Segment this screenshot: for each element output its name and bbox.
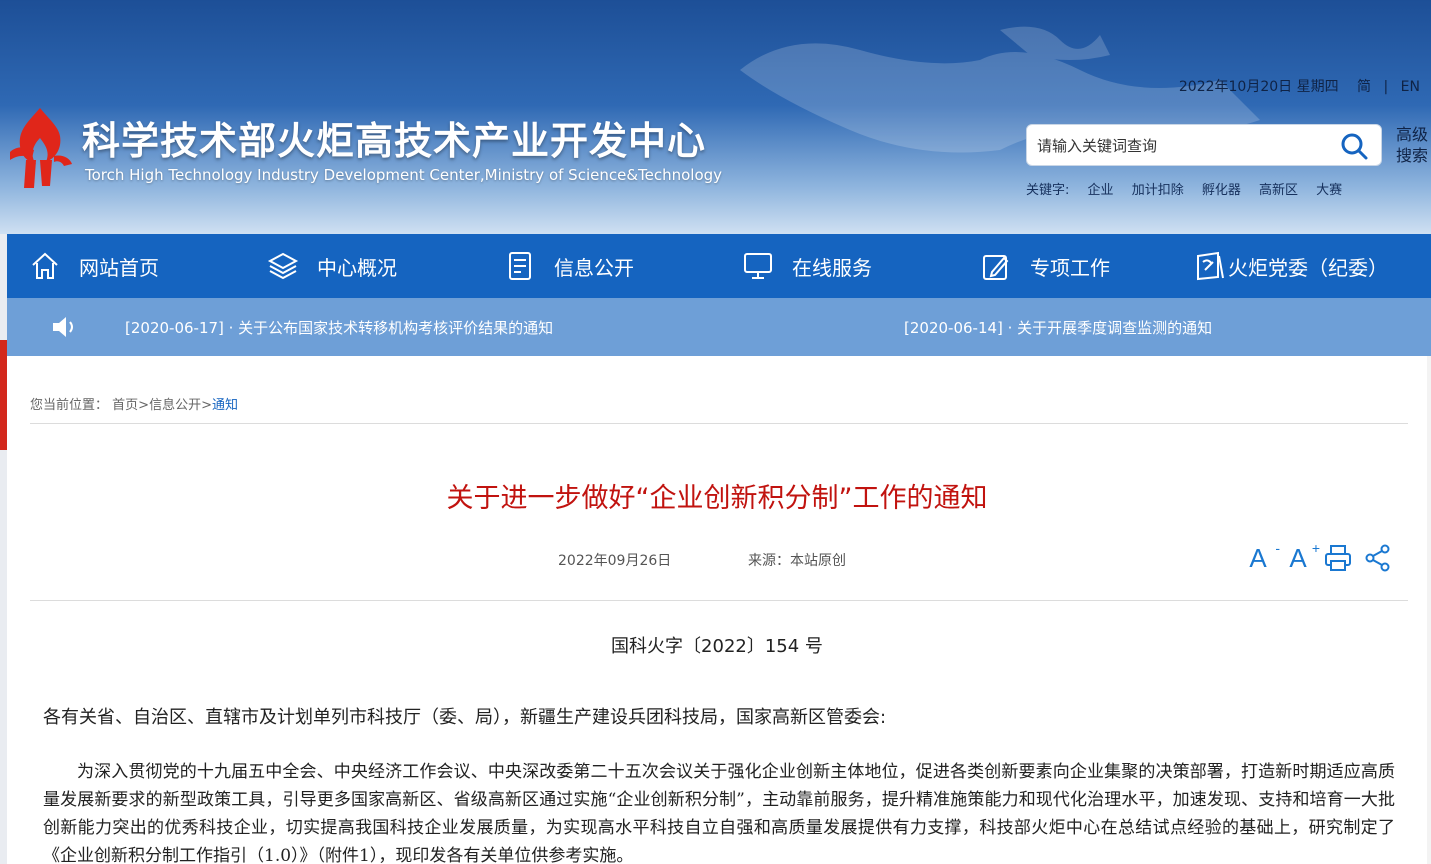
breadcrumb-separator: >: [201, 398, 212, 413]
side-decoration: [0, 340, 7, 450]
plus-icon: +: [1311, 540, 1320, 556]
monitor-icon: [744, 253, 772, 279]
nav-label: 中心概况: [317, 255, 397, 280]
article-addressee: 各有关省、自治区、直辖市及计划单列市科技厅（委、局），新疆生产建设兵团科技局，国…: [43, 707, 887, 728]
speaker-icon: [53, 317, 73, 337]
nav-item-home[interactable]: 网站首页: [29, 234, 159, 298]
article-body-paragraph: 为深入贯彻党的十九届五中全会、中央经济工作会议、中央深改委第二十五次会议关于强化…: [43, 762, 1395, 864]
nav-label: 专项工作: [1030, 255, 1110, 280]
nav-item-info-disclosure[interactable]: 信息公开: [504, 234, 634, 298]
article-source: 来源：本站原创: [748, 553, 846, 569]
document-icon: [509, 252, 531, 280]
keyword-link[interactable]: 企业: [1088, 183, 1114, 198]
article-tools: A- A +: [1242, 540, 1394, 574]
home-icon: [32, 252, 58, 279]
share-icon: [1365, 544, 1390, 572]
search-icon[interactable]: [1339, 131, 1369, 161]
breadcrumb-section-link[interactable]: 信息公开: [149, 398, 201, 413]
ticker-news-link[interactable]: [2020-06-17] · 关于公布国家技术转移机构考核评价结果的通知: [125, 317, 553, 338]
keyword-link[interactable]: 加计扣除: [1132, 183, 1184, 198]
breadcrumb-label: 您当前位置：: [30, 398, 109, 413]
keywords-label: 关键字:: [1026, 183, 1070, 198]
search-box: [1026, 124, 1382, 166]
top-utility-bar: 2022年10月20日 星期四 简 | EN: [1179, 76, 1420, 96]
torch-logo: [10, 108, 72, 188]
lang-simplified-link[interactable]: 简: [1357, 76, 1371, 96]
nav-item-special-work[interactable]: 专项工作: [980, 234, 1110, 298]
font-decrease-button[interactable]: A-: [1242, 540, 1280, 574]
layers-icon: [267, 252, 299, 280]
nav-label: 网站首页: [79, 255, 159, 280]
keyword-link[interactable]: 大赛: [1316, 183, 1342, 198]
divider: [30, 600, 1408, 601]
nav-label: 信息公开: [554, 255, 634, 280]
ticker-news-link[interactable]: [2020-06-14] · 关于开展季度调查监测的通知: [904, 317, 1212, 338]
breadcrumb-separator: >: [138, 398, 150, 413]
search-input[interactable]: [1037, 133, 1327, 159]
article-date: 2022年09月26日: [558, 553, 672, 569]
breadcrumb-current-link[interactable]: 通知: [212, 398, 238, 413]
minus-icon: -: [1275, 540, 1280, 556]
share-button[interactable]: [1362, 542, 1394, 574]
lang-english-link[interactable]: EN: [1401, 79, 1420, 95]
printer-icon: [1325, 545, 1351, 571]
article-title: 关于进一步做好“企业创新积分制”工作的通知: [446, 483, 988, 514]
nav-item-overview[interactable]: 中心概况: [267, 234, 397, 298]
nav-item-online-service[interactable]: 在线服务: [742, 234, 872, 298]
font-increase-label: A: [1289, 542, 1307, 573]
breadcrumb: 您当前位置： 首页>信息公开>通知: [30, 394, 238, 413]
lang-separator: |: [1383, 79, 1389, 95]
site-title: 科学技术部火炬高技术产业开发中心: [82, 119, 707, 163]
hot-keywords: 关键字: 企业 加计扣除 孵化器 高新区 大赛: [1026, 179, 1356, 198]
document-number: 国科火字〔2022〕154 号: [611, 636, 823, 657]
font-increase-button[interactable]: A +: [1282, 540, 1320, 574]
print-button[interactable]: [1322, 542, 1354, 574]
breadcrumb-home-link[interactable]: 首页: [112, 398, 138, 413]
party-icon: [1197, 251, 1224, 281]
divider: [30, 423, 1408, 424]
article-content: 您当前位置： 首页>信息公开>通知 关于进一步做好“企业创新积分制”工作的通知 …: [7, 356, 1427, 864]
nav-item-party-committee[interactable]: 火炬党委（纪委）: [1194, 234, 1388, 298]
advanced-search-link[interactable]: 高级搜索: [1396, 124, 1430, 166]
site-header: 科学技术部火炬高技术产业开发中心 Torch High Technology I…: [0, 0, 1431, 234]
main-nav: 网站首页 中心概况 信息公开 在线服务 专项工作 火炬党委（纪委）: [7, 234, 1431, 298]
nav-label: 火炬党委（纪委）: [1228, 255, 1388, 280]
keyword-link[interactable]: 孵化器: [1202, 183, 1241, 198]
nav-label: 在线服务: [792, 255, 872, 280]
news-ticker: [2020-06-17] · 关于公布国家技术转移机构考核评价结果的通知 [20…: [7, 298, 1431, 356]
site-subtitle: Torch High Technology Industry Developme…: [85, 166, 723, 184]
current-date: 2022年10月20日 星期四: [1178, 79, 1339, 95]
font-decrease-label: A: [1249, 542, 1267, 573]
keyword-link[interactable]: 高新区: [1259, 183, 1298, 198]
scrollbar[interactable]: [1427, 356, 1431, 864]
clipboard-pen-icon: [983, 255, 1009, 280]
